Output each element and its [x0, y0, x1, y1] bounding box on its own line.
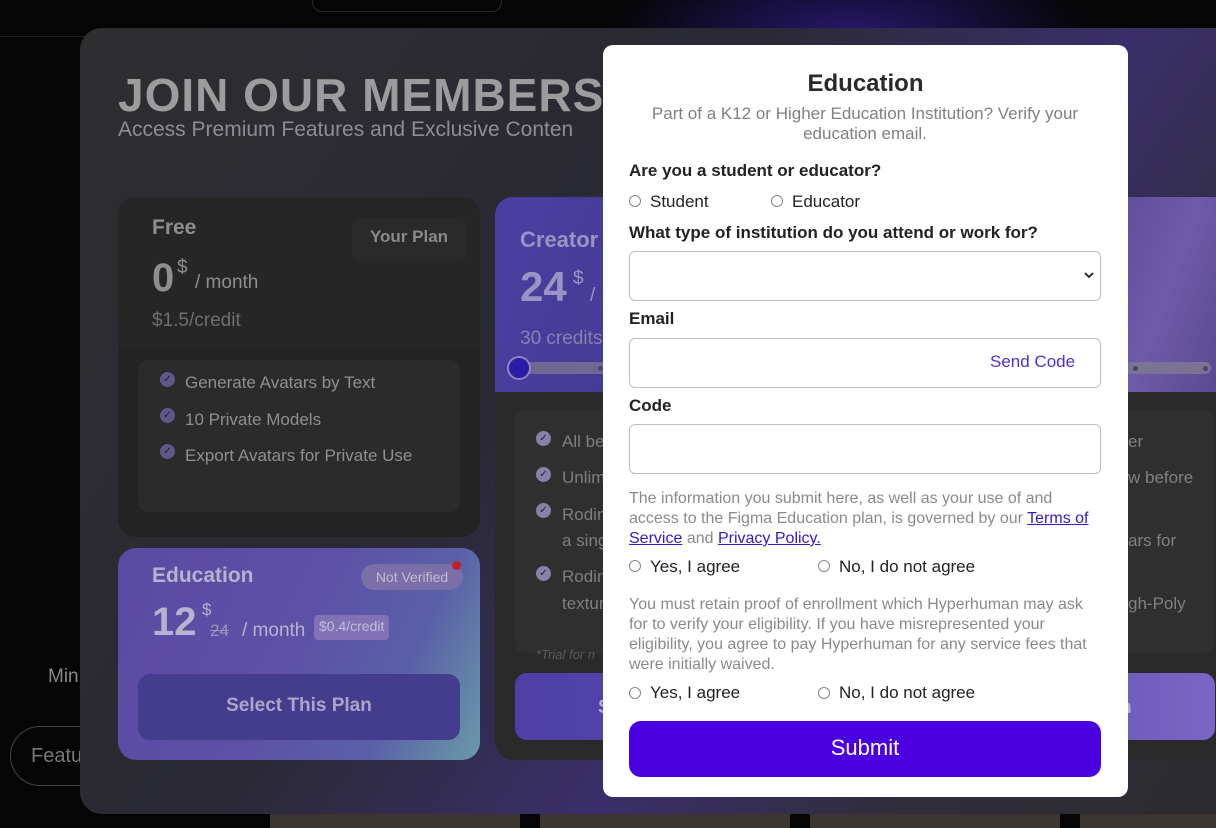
check-icon: ✓: [160, 408, 175, 423]
institution-select[interactable]: [629, 251, 1101, 301]
avatar-thumbnail: [1080, 812, 1216, 828]
feature-item: a sing: [562, 531, 608, 550]
status-dot-icon: [452, 561, 461, 570]
avatar-thumbnail: [270, 812, 520, 828]
membership-subtitle: Access Premium Features and Exclusive Co…: [118, 118, 574, 141]
feature-item: Export Avatars for Private Use: [185, 446, 413, 465]
agree-terms-yes-label[interactable]: Yes, I agree: [650, 557, 740, 577]
student-label[interactable]: Student: [650, 192, 709, 212]
privacy-policy-link[interactable]: Privacy Policy.: [718, 530, 821, 547]
role-question: Are you a student or educator?: [629, 161, 882, 180]
feature-item: Unlim: [562, 468, 606, 487]
creator-credits: 30 credits: [520, 328, 603, 349]
student-radio[interactable]: [629, 195, 641, 207]
slider-step: [1203, 366, 1208, 371]
trial-note: *Trial for n: [536, 647, 595, 662]
feature-item: w before: [1128, 468, 1194, 487]
education-per-credit: $0.4/credit: [314, 615, 390, 640]
agree-terms-yes-radio[interactable]: [629, 560, 641, 572]
free-per-credit: $1.5/credit: [152, 310, 241, 331]
feature-item: gh-Poly: [1128, 594, 1186, 613]
free-price: 0: [152, 256, 175, 300]
membership-title: JOIN OUR MEMBERSH: [118, 69, 639, 121]
your-plan-badge: Your Plan: [352, 218, 466, 260]
avatar-thumbnail: [810, 812, 1060, 828]
creator-currency: $: [573, 268, 584, 289]
check-icon: ✓: [536, 431, 551, 446]
terms-notice: The information you submit here, as well…: [629, 489, 1104, 549]
verification-status-badge: Not Verified: [361, 564, 463, 590]
feature-item: textur: [562, 594, 605, 613]
send-code-button[interactable]: Send Code: [990, 352, 1075, 372]
submit-button[interactable]: Submit: [629, 721, 1101, 777]
feature-item: Rodin: [562, 505, 607, 524]
institution-question: What type of institution do you attend o…: [629, 223, 1038, 242]
check-icon: ✓: [536, 503, 551, 518]
creator-price-unit: /: [590, 285, 596, 306]
education-currency: $: [202, 600, 212, 619]
background-label: Min: [48, 666, 79, 687]
check-icon: ✓: [160, 444, 175, 459]
modal-description: Part of a K12 or Higher Education Instit…: [651, 104, 1079, 143]
credits-slider-handle[interactable]: [507, 356, 531, 380]
agree-terms-no-radio[interactable]: [818, 560, 830, 572]
agree-enrollment-yes-radio[interactable]: [629, 687, 641, 699]
modal-title: Education: [807, 70, 924, 97]
agree-enrollment-no-radio[interactable]: [818, 687, 830, 699]
check-icon: ✓: [160, 372, 175, 387]
slider-step: [1133, 366, 1138, 371]
check-icon: ✓: [536, 566, 551, 581]
terms-notice-text: The information you submit here, as well…: [629, 490, 1053, 527]
chevron-down-icon: [1084, 272, 1094, 279]
agree-enrollment-yes-label[interactable]: Yes, I agree: [650, 683, 740, 703]
educator-label[interactable]: Educator: [792, 192, 860, 212]
and-text: and: [686, 530, 714, 547]
agree-enrollment-no-label[interactable]: No, I do not agree: [839, 683, 975, 703]
free-currency: $: [177, 257, 188, 278]
agree-terms-no-label[interactable]: No, I do not agree: [839, 557, 975, 577]
screen: Min Featu JOIN OUR MEMBERSH Access Premi…: [0, 0, 1216, 828]
enrollment-notice: You must retain proof of enrollment whic…: [629, 596, 1087, 673]
select-plan-button[interactable]: Select This Plan: [138, 674, 460, 740]
avatar-thumbnail: [540, 812, 790, 828]
top-nav-pill: [312, 0, 502, 12]
creator-price: 24: [520, 263, 567, 310]
feature-item: ars for: [1128, 531, 1177, 550]
feature-item: All be: [562, 432, 605, 451]
educator-radio[interactable]: [771, 195, 783, 207]
check-icon: ✓: [536, 467, 551, 482]
feature-item: 10 Private Models: [185, 410, 322, 429]
creator-plan-name: Creator: [520, 227, 599, 252]
code-field[interactable]: [629, 424, 1101, 474]
feature-item: Generate Avatars by Text: [185, 373, 376, 392]
education-old-price: 24: [210, 621, 229, 640]
feature-item: er: [1128, 432, 1144, 451]
free-price-unit: / month: [195, 272, 259, 293]
education-price: 12: [152, 600, 197, 644]
divider: [0, 36, 90, 37]
feature-item: Rodin: [562, 567, 607, 586]
free-plan-name: Free: [152, 216, 197, 239]
education-plan-name: Education: [152, 564, 254, 587]
email-label: Email: [629, 309, 675, 328]
code-label: Code: [629, 396, 672, 415]
education-price-unit: / month: [242, 620, 306, 641]
